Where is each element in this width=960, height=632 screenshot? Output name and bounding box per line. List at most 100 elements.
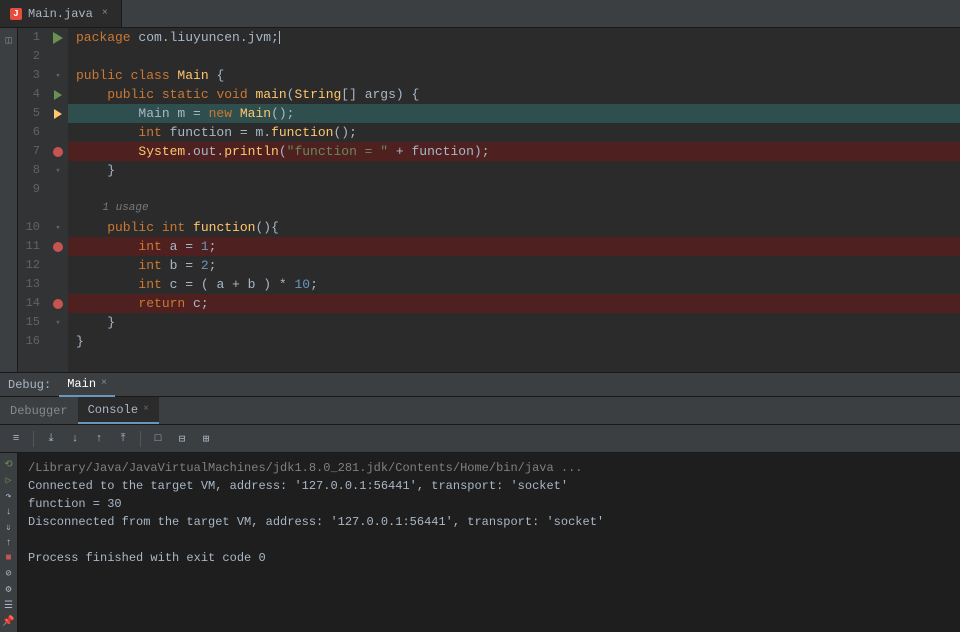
code-usage-hint: 1 usage [68, 199, 960, 218]
main-java-tab[interactable]: J Main.java × [0, 0, 122, 27]
console-line-6: Process finished with exit code 0 [28, 549, 950, 567]
code-line-14: return c; [68, 294, 960, 313]
editor-gutter: ▾ ▾ ▾ [48, 28, 68, 372]
console-tab[interactable]: Console × [78, 397, 159, 424]
tab-label: Main.java [28, 7, 93, 21]
debug-force-step-btn[interactable]: ⇓ [2, 522, 16, 534]
debug-label: Debug: [8, 378, 51, 392]
gutter-line-16 [48, 332, 68, 351]
fold-icon-3[interactable]: ▾ [55, 71, 60, 81]
code-line-7: System.out.println("function = " + funct… [68, 142, 960, 161]
run-arrow-1 [53, 32, 63, 44]
line-numbers: 1 2 3 4 5 6 7 8 9 10 11 12 13 14 15 16 [18, 28, 48, 372]
sidebar-project-icon[interactable]: ◫ [2, 34, 16, 48]
console-tab-close[interactable]: × [143, 404, 149, 415]
panel-tabs: Debugger Console × [0, 397, 960, 425]
gutter-line-2 [48, 47, 68, 66]
toolbar-scroll-end-btn[interactable]: ⤓ [41, 429, 61, 449]
debug-bar: Debug: Main × [0, 373, 960, 397]
debug-stop-btn[interactable]: ■ [2, 553, 16, 564]
code-line-10: public int function(){ [68, 218, 960, 237]
main-content: ◫ 1 2 3 4 5 6 7 8 9 10 11 12 13 14 15 16 [0, 28, 960, 372]
debug-mute-btn[interactable]: ⊘ [2, 568, 16, 580]
debug-step-over-btn[interactable]: ↷ [2, 491, 16, 503]
debug-tab-close[interactable]: × [101, 378, 107, 389]
gutter-line-15: ▾ [48, 313, 68, 332]
toolbar-print-btn[interactable]: ⊟ [172, 429, 192, 449]
code-line-9 [68, 180, 960, 199]
code-line-1: package com.liuyuncen.jvm; [68, 28, 960, 47]
fold-icon-10[interactable]: ▾ [55, 223, 60, 233]
toolbar-sep-2 [140, 431, 141, 447]
gutter-line-usage [48, 199, 68, 218]
debug-pin-btn[interactable]: 📌 [2, 616, 16, 628]
debugger-tab-label: Debugger [10, 404, 68, 418]
toolbar-scroll-top-btn[interactable]: ⤒ [113, 429, 133, 449]
code-line-15: } [68, 313, 960, 332]
bottom-panel: Debug: Main × Debugger Console × ≡ ⤓ ↓ ↑… [0, 372, 960, 632]
toolbar-wrap-btn[interactable]: ≡ [6, 429, 26, 449]
gutter-line-1 [48, 28, 68, 47]
code-line-2 [68, 47, 960, 66]
breakpoint-14[interactable] [53, 299, 63, 309]
toolbar-scroll-up-btn[interactable]: ↑ [89, 429, 109, 449]
code-line-16: } [68, 332, 960, 351]
debug-step-into-btn[interactable]: ↓ [2, 507, 16, 518]
console-output: /Library/Java/JavaVirtualMachines/jdk1.8… [18, 453, 960, 632]
console-line-4: Disconnected from the target VM, address… [28, 513, 950, 531]
debug-settings-btn[interactable]: ⚙ [2, 584, 16, 596]
debug-rerun-btn[interactable]: ⟲ [2, 459, 16, 471]
debug-resume-btn[interactable]: ▷ [2, 475, 16, 487]
tab-bar: J Main.java × [0, 0, 960, 28]
debug-step-out-btn[interactable]: ↑ [2, 538, 16, 549]
console-line-5 [28, 531, 950, 549]
text-cursor [279, 31, 280, 44]
gutter-line-13 [48, 275, 68, 294]
breakpoint-7[interactable] [53, 147, 63, 157]
code-line-4: public static void main(String[] args) { [68, 85, 960, 104]
fold-icon-8[interactable]: ▾ [55, 166, 60, 176]
debug-tab-label: Main [67, 377, 96, 391]
gutter-line-12 [48, 256, 68, 275]
debug-tab-main[interactable]: Main × [59, 373, 115, 397]
toolbar-expand-btn[interactable]: ⊞ [196, 429, 216, 449]
console-area: ⟲ ▷ ↷ ↓ ⇓ ↑ ■ ⊘ ⚙ ☰ 📌 /Library/Java/Java… [0, 453, 960, 632]
code-line-13: int c = ( a + b ) * 10; [68, 275, 960, 294]
gutter-line-6 [48, 123, 68, 142]
code-line-8: } [68, 161, 960, 180]
gutter-line-10: ▾ [48, 218, 68, 237]
exec-cursor-5 [54, 109, 62, 119]
gutter-line-4 [48, 85, 68, 104]
gutter-line-9 [48, 180, 68, 199]
code-line-3: public class Main { [68, 66, 960, 85]
toolbar-scroll-down-btn[interactable]: ↓ [65, 429, 85, 449]
gutter-line-11 [48, 237, 68, 256]
gutter-line-5 [48, 104, 68, 123]
code-line-11: int a = 1; [68, 237, 960, 256]
left-sidebar: ◫ [0, 28, 18, 372]
console-line-3: function = 30 [28, 495, 950, 513]
debugger-tab[interactable]: Debugger [0, 397, 78, 424]
breakpoint-11[interactable] [53, 242, 63, 252]
toolbar-sep-1 [33, 431, 34, 447]
run-arrow-4 [54, 90, 62, 100]
console-line-2: Connected to the target VM, address: '12… [28, 477, 950, 495]
console-line-1: /Library/Java/JavaVirtualMachines/jdk1.8… [28, 459, 950, 477]
code-line-6: int function = m.function(); [68, 123, 960, 142]
toolbar-clear-btn[interactable]: □ [148, 429, 168, 449]
java-file-icon: J [10, 8, 22, 20]
gutter-line-8: ▾ [48, 161, 68, 180]
code-line-12: int b = 2; [68, 256, 960, 275]
debug-tab-area: Main × [59, 373, 952, 397]
gutter-line-3: ▾ [48, 66, 68, 85]
code-line-5: Main m = new Main(); [68, 104, 960, 123]
tab-close-button[interactable]: × [99, 7, 111, 20]
fold-icon-15[interactable]: ▾ [55, 318, 60, 328]
panel-toolbar: ≡ ⤓ ↓ ↑ ⤒ □ ⊟ ⊞ [0, 425, 960, 453]
gutter-line-7 [48, 142, 68, 161]
editor-area: 1 2 3 4 5 6 7 8 9 10 11 12 13 14 15 16 [18, 28, 960, 372]
debug-layout-btn[interactable]: ☰ [2, 600, 16, 612]
code-content[interactable]: package com.liuyuncen.jvm; public class … [68, 28, 960, 372]
console-tab-label: Console [88, 403, 138, 417]
gutter-line-14 [48, 294, 68, 313]
